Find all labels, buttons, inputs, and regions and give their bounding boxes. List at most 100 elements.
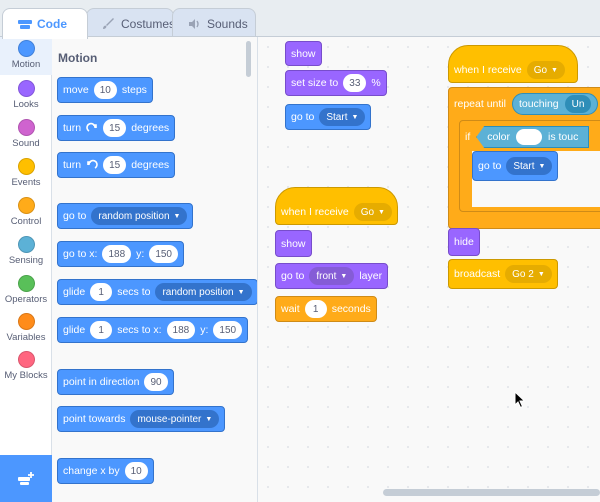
when-receive-1-value: Go: [360, 206, 375, 218]
goto-label: go to: [63, 210, 87, 222]
change-x-input[interactable]: 10: [124, 462, 148, 480]
show-2-label: show: [281, 237, 306, 250]
category-looks[interactable]: Looks: [0, 77, 52, 115]
goto-layer-label: go to: [281, 270, 305, 282]
gotoxy-y-input[interactable]: 150: [149, 245, 178, 263]
category-events[interactable]: Events: [0, 155, 52, 193]
tab-costumes-label: Costumes: [121, 16, 176, 31]
block-broadcast[interactable]: broadcast Go 2 ▼: [448, 259, 558, 289]
block-go-to-xy[interactable]: go to x: 188 y: 150: [57, 241, 184, 267]
glidexy-secs-input[interactable]: 1: [90, 321, 113, 339]
variables-dot-icon: [17, 313, 35, 330]
set-size-input[interactable]: 33: [343, 74, 367, 92]
palette-scrollbar[interactable]: [246, 41, 251, 77]
glide-target-dropdown[interactable]: random position ▼: [155, 283, 252, 301]
my-blocks-dot-icon: [17, 351, 35, 368]
move-steps-input[interactable]: 10: [93, 81, 117, 99]
category-motion[interactable]: Motion: [0, 37, 52, 75]
category-sound[interactable]: Sound: [0, 116, 52, 154]
block-turn-right[interactable]: turn 15 degrees: [57, 115, 176, 141]
category-sensing[interactable]: Sensing: [0, 233, 52, 271]
block-show-1[interactable]: show: [285, 41, 322, 66]
when-receive-2-dropdown[interactable]: Go ▼: [526, 61, 565, 79]
block-turn-left[interactable]: turn 15 degrees: [57, 152, 176, 178]
block-when-i-receive-1[interactable]: when I receive Go ▼: [275, 187, 398, 225]
wait-post-label: seconds: [331, 303, 371, 315]
goto-layer-value: front: [316, 270, 337, 282]
workspace-horizontal-scrollbar[interactable]: [383, 489, 600, 496]
goto-start-1-value: Start: [326, 111, 348, 123]
tab-code[interactable]: Code: [2, 8, 88, 39]
tab-sounds[interactable]: Sounds: [172, 8, 256, 38]
point-towards-dropdown[interactable]: mouse-pointer ▼: [130, 410, 220, 428]
point-towards-label: point towards: [63, 413, 126, 425]
glidexy-x-input[interactable]: 188: [166, 321, 196, 339]
events-dot-icon: [17, 158, 35, 175]
block-go-to-start-2[interactable]: go to Start ▼: [472, 151, 559, 181]
goto-start-1-dropdown[interactable]: Start ▼: [319, 108, 366, 126]
block-go-to-start-1[interactable]: go to Start ▼: [285, 104, 372, 130]
tab-code-label: Code: [37, 17, 67, 31]
hide-label: hide: [454, 236, 474, 248]
color-swatch[interactable]: [516, 129, 543, 145]
category-my-blocks[interactable]: My Blocks: [0, 348, 52, 386]
tab-costumes[interactable]: Costumes: [86, 8, 176, 38]
add-extension-button[interactable]: [0, 455, 52, 502]
block-go-to-layer[interactable]: go to front ▼ layer: [275, 263, 389, 289]
block-go-to[interactable]: go to random position ▼: [57, 203, 194, 229]
block-glide-xy[interactable]: glide 1 secs to x: 188 y: 150: [57, 317, 249, 343]
block-wait[interactable]: wait 1 seconds: [275, 296, 377, 322]
block-glide-random[interactable]: glide 1 secs to random position ▼: [57, 279, 257, 305]
block-point-towards[interactable]: point towards mouse-pointer ▼: [57, 406, 226, 432]
broadcast-dropdown[interactable]: Go 2 ▼: [505, 265, 552, 283]
code-workspace[interactable]: show set size to 33 % go to Start ▼ when…: [258, 37, 600, 502]
turn-right-degrees-input[interactable]: 15: [103, 119, 127, 137]
touching-dropdown[interactable]: Un: [564, 95, 592, 113]
mouse-cursor-icon: [514, 391, 526, 409]
category-motion-label: Motion: [11, 59, 41, 70]
touching-reporter[interactable]: touching Un: [511, 93, 599, 115]
control-dot-icon: [17, 197, 35, 214]
category-variables[interactable]: Variables: [0, 310, 52, 348]
glide-mid-label: secs to: [117, 286, 151, 298]
turn-left-degrees-input[interactable]: 15: [103, 156, 127, 174]
point-dir-input[interactable]: 90: [144, 373, 168, 391]
block-repeat-until[interactable]: repeat until touching Un if color is tou…: [448, 87, 600, 229]
block-change-x[interactable]: change x by 10: [57, 458, 154, 484]
palette-title: Motion: [58, 51, 98, 65]
block-if[interactable]: if color is touc go to Start ▼: [459, 120, 600, 212]
point-towards-value: mouse-pointer: [137, 413, 202, 425]
repeat-until-label: repeat until: [454, 98, 506, 110]
glidexy-y-input[interactable]: 150: [213, 321, 243, 339]
glide-target-value: random position: [162, 286, 234, 298]
when-receive-1-dropdown[interactable]: Go ▼: [353, 203, 392, 221]
goto-target-dropdown[interactable]: random position ▼: [91, 207, 188, 225]
block-show-2[interactable]: show: [275, 230, 312, 257]
category-operators[interactable]: Operators: [0, 272, 52, 310]
show-1-label: show: [291, 47, 316, 60]
block-move-steps[interactable]: move 10 steps: [57, 77, 153, 103]
color-touching-reporter[interactable]: color is touc: [476, 126, 590, 148]
code-icon: [17, 17, 32, 31]
editor-main: Motion Looks Sound Events Control Sensin…: [0, 36, 600, 502]
is-touching-label: is touc: [548, 131, 579, 143]
goto-start-2-dropdown[interactable]: Start ▼: [506, 157, 553, 175]
glide-secs-input[interactable]: 1: [90, 283, 113, 301]
gotoxy-x-input[interactable]: 188: [102, 245, 132, 263]
goto-start-2-label: go to: [478, 160, 502, 172]
goto-layer-dropdown[interactable]: front ▼: [309, 267, 355, 285]
goto-layer-post-label: layer: [359, 270, 383, 282]
glidexy-y-label: y:: [200, 324, 209, 336]
wait-seconds-input[interactable]: 1: [304, 300, 327, 318]
block-set-size[interactable]: set size to 33 %: [285, 70, 387, 96]
move-label: move: [63, 84, 89, 96]
block-when-i-receive-2[interactable]: when I receive Go ▼: [448, 45, 578, 83]
broadcast-label: broadcast: [454, 268, 501, 280]
category-control[interactable]: Control: [0, 194, 52, 232]
goto-start-1-label: go to: [291, 111, 315, 123]
block-point-direction[interactable]: point in direction 90: [57, 369, 174, 395]
category-looks-label: Looks: [13, 99, 39, 110]
chevron-down-icon: ▼: [538, 162, 546, 170]
tab-bar: Code Costumes Sounds: [0, 0, 600, 39]
block-hide[interactable]: hide: [448, 228, 480, 256]
